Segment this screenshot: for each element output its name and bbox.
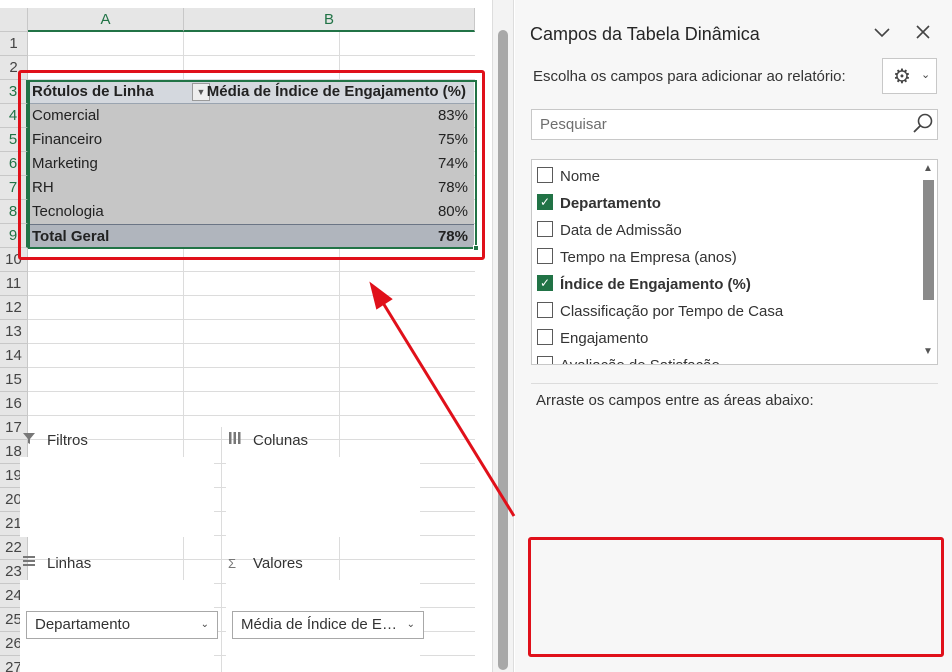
tools-button[interactable]: ⚙ ⌄ <box>882 58 937 94</box>
values-drop-zone[interactable]: Média de Índice de Eng... ⌄ <box>226 580 424 672</box>
field-label: Engajamento <box>560 330 649 347</box>
columns-area[interactable]: Colunas <box>221 427 427 537</box>
rows-drop-zone[interactable]: Departamento ⌄ <box>20 580 218 672</box>
field-checkbox[interactable] <box>537 302 553 318</box>
chevron-down-icon[interactable]: ⌄ <box>407 612 415 638</box>
field-list-scrollbar[interactable]: ▲ ▼ <box>919 160 937 364</box>
column-header-b[interactable]: B <box>184 8 475 32</box>
divider <box>531 383 938 384</box>
chevron-down-icon[interactable]: ⌄ <box>201 612 209 638</box>
close-icon[interactable] <box>915 20 931 46</box>
rows-area[interactable]: Linhas Departamento ⌄ <box>15 550 221 672</box>
rows-field-label: Departamento <box>35 616 131 633</box>
field-checkbox[interactable] <box>537 356 553 364</box>
sigma-icon: Σ <box>228 556 237 571</box>
field-label: Departamento <box>560 195 661 212</box>
sheet-vertical-scrollbar[interactable] <box>492 0 514 672</box>
field-list[interactable]: Nome ✓ Departamento Data de Admissão Tempo n… <box>531 159 938 365</box>
values-area-label: Valores <box>253 555 303 572</box>
row-header[interactable]: 12 <box>0 296 28 320</box>
rows-area-label: Linhas <box>47 555 92 572</box>
choose-fields-label: Escolha os campos para adicionar ao rela… <box>533 68 846 85</box>
row-header[interactable]: 15 <box>0 368 28 392</box>
scrollbar-thumb[interactable] <box>923 180 934 300</box>
rows-icon <box>22 550 36 578</box>
gear-icon: ⚙ <box>893 66 911 88</box>
columns-icon <box>228 427 242 455</box>
values-field-pill[interactable]: Média de Índice de Eng... ⌄ <box>232 611 424 639</box>
chevron-down-icon: ⌄ <box>921 69 931 81</box>
field-label: Data de Admissão <box>560 222 682 239</box>
select-all-corner[interactable] <box>0 8 28 32</box>
column-header-a[interactable]: A <box>28 8 184 32</box>
pane-title: Campos da Tabela Dinâmica <box>530 24 760 44</box>
filter-icon <box>22 427 36 455</box>
rows-field-pill[interactable]: Departamento ⌄ <box>26 611 218 639</box>
field-label: Tempo na Empresa (anos) <box>560 249 737 266</box>
filters-area-label: Filtros <box>47 432 88 449</box>
field-label: Índice de Engajamento (%) <box>560 276 751 293</box>
highlight-box-pivot-table <box>18 70 485 260</box>
values-field-label: Média de Índice de Eng... <box>241 616 401 633</box>
search-icon[interactable] <box>911 112 935 136</box>
field-checkbox[interactable] <box>537 248 553 264</box>
field-checkbox[interactable]: ✓ <box>537 275 553 291</box>
scrollbar-thumb[interactable] <box>498 30 508 670</box>
chevron-down-icon[interactable] <box>873 22 891 45</box>
filters-drop-zone[interactable] <box>20 457 214 537</box>
field-label: Classificação por Tempo de Casa <box>560 303 784 320</box>
values-area[interactable]: Σ Valores Média de Índice de Eng... ⌄ <box>221 550 427 672</box>
row-header[interactable]: 14 <box>0 344 28 368</box>
field-label: Avaliação de Satisfação <box>560 352 720 364</box>
row-header[interactable]: 11 <box>0 272 28 296</box>
row-header[interactable]: 13 <box>0 320 28 344</box>
columns-drop-zone[interactable] <box>226 457 420 537</box>
row-header[interactable]: 16 <box>0 392 28 416</box>
drag-fields-label: Arraste os campos entre as áreas abaixo: <box>536 392 814 409</box>
filters-area[interactable]: Filtros <box>15 427 221 537</box>
scroll-up-icon[interactable]: ▲ <box>923 163 933 174</box>
scroll-down-icon[interactable]: ▼ <box>923 346 933 357</box>
field-checkbox[interactable] <box>537 329 553 345</box>
field-label: Nome <box>560 168 601 185</box>
field-checkbox[interactable] <box>537 167 553 183</box>
field-checkbox[interactable] <box>537 221 553 237</box>
columns-area-label: Colunas <box>253 432 309 449</box>
field-checkbox[interactable]: ✓ <box>537 194 553 210</box>
search-input[interactable] <box>531 109 938 140</box>
row-header[interactable]: 1 <box>0 32 28 56</box>
highlight-box-rows-values <box>528 537 944 657</box>
